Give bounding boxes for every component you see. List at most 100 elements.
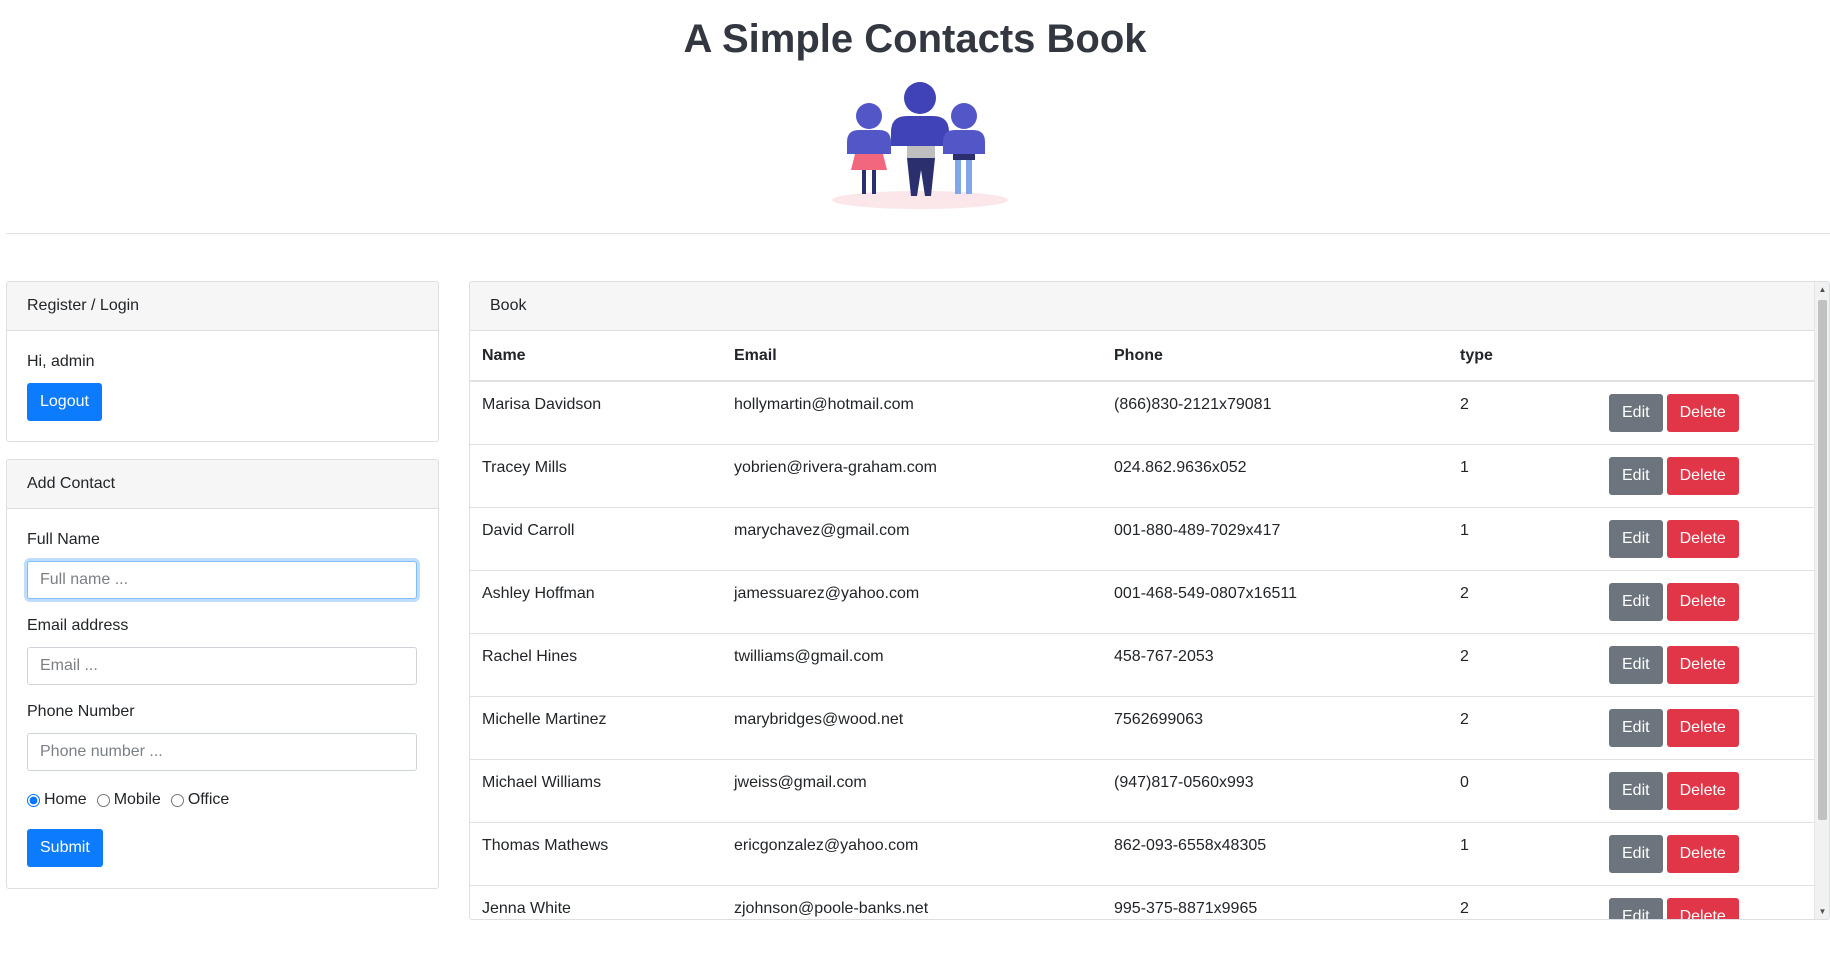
greeting-text: Hi, admin — [27, 353, 95, 370]
cell-actions: Edit Delete — [1597, 885, 1816, 919]
email-label: Email address — [27, 617, 129, 634]
cell-name: Ashley Hoffman — [470, 570, 722, 634]
page-title: A Simple Contacts Book — [683, 17, 1147, 61]
cell-name: Thomas Mathews — [470, 822, 722, 886]
cell-phone: 458-767-2053 — [1102, 633, 1448, 697]
cell-type: 2 — [1448, 696, 1597, 760]
cell-type: 1 — [1448, 444, 1597, 508]
contact-phone: 024.862.9636x052 — [1114, 458, 1247, 476]
radio-office-label: Office — [187, 791, 230, 808]
cell-email: marybridges@wood.net — [722, 696, 1102, 760]
radio-office[interactable]: Office — [170, 791, 230, 809]
cell-phone: 001-880-489-7029x417 — [1102, 507, 1448, 571]
logout-button[interactable]: Logout — [27, 383, 102, 421]
column-header-name: Name — [470, 331, 722, 382]
cell-type: 2 — [1448, 885, 1597, 919]
delete-button[interactable]: Delete — [1666, 771, 1739, 810]
delete-button[interactable]: Delete — [1666, 582, 1739, 621]
edit-button[interactable]: Edit — [1609, 834, 1663, 873]
table-row: Michelle Martinez marybridges@wood.net 756… — [470, 696, 1816, 760]
cell-type: 1 — [1448, 507, 1597, 571]
contact-phone: 7562699063 — [1114, 710, 1203, 728]
book-card-header: Book — [470, 282, 1829, 331]
cell-phone: 862-093-6558x48305 — [1102, 822, 1448, 886]
cell-email: hollymartin@hotmail.com — [722, 381, 1102, 445]
cell-name: David Carroll — [470, 507, 722, 571]
edit-button[interactable]: Edit — [1609, 708, 1663, 747]
radio-home[interactable]: Home — [27, 791, 87, 809]
cell-email: ericgonzalez@yahoo.com — [722, 822, 1102, 886]
cell-actions: Edit Delete — [1597, 822, 1816, 886]
header-divider — [6, 233, 1830, 234]
scrollbar-thumb[interactable] — [1818, 300, 1827, 820]
cell-email: jweiss@gmail.com — [722, 759, 1102, 823]
contact-name: Marisa Davidson — [482, 396, 602, 413]
scroll-down-arrow-icon[interactable]: ▼ — [1815, 904, 1829, 919]
table-row: Ashley Hoffman jamessuarez@yahoo.com 001-4… — [470, 570, 1816, 634]
full-name-input[interactable] — [27, 561, 417, 599]
radio-mobile-input[interactable] — [96, 793, 110, 807]
cell-email: marychavez@gmail.com — [722, 507, 1102, 571]
edit-button[interactable]: Edit — [1609, 519, 1663, 558]
delete-button[interactable]: Delete — [1666, 834, 1739, 873]
scroll-up-arrow-icon[interactable]: ▲ — [1815, 282, 1829, 297]
add-contact-card: Add Contact Full Name Email address Phon… — [6, 459, 439, 889]
cell-phone: (947)817-0560x993 — [1102, 759, 1448, 823]
cell-actions: Edit Delete — [1597, 570, 1816, 634]
table-row: Michael Williams jweiss@gmail.com (947)817… — [470, 759, 1816, 823]
contact-name: Jenna White — [482, 899, 571, 917]
contact-phone: 862-093-6558x48305 — [1114, 836, 1267, 854]
table-scrollbar[interactable]: ▲ ▼ — [1814, 282, 1829, 919]
book-table-scroll[interactable]: Name Email Phone type Marisa Davidson hol… — [470, 331, 1816, 919]
contact-phone: (947)817-0560x993 — [1114, 773, 1254, 791]
delete-button[interactable]: Delete — [1666, 708, 1739, 747]
contact-phone: (866)830-2121x79081 — [1114, 396, 1272, 413]
cell-email: twilliams@gmail.com — [722, 633, 1102, 697]
edit-button[interactable]: Edit — [1609, 897, 1663, 919]
contact-name: Ashley Hoffman — [482, 584, 595, 602]
cell-type: 1 — [1448, 822, 1597, 886]
cell-actions: Edit Delete — [1597, 696, 1816, 760]
contact-type: 1 — [1460, 458, 1469, 476]
delete-button[interactable]: Delete — [1666, 519, 1739, 558]
contact-email: zjohnson@poole-banks.net — [734, 899, 929, 917]
table-row: Thomas Mathews ericgonzalez@yahoo.com 862-… — [470, 822, 1816, 886]
cell-phone: 995-375-8871x9965 — [1102, 885, 1448, 919]
delete-button[interactable]: Delete — [1666, 645, 1739, 684]
cell-email: zjohnson@poole-banks.net — [722, 885, 1102, 919]
phone-input[interactable] — [27, 733, 417, 771]
contact-phone: 458-767-2053 — [1114, 647, 1214, 665]
contacts-table: Name Email Phone type Marisa Davidson hol… — [470, 331, 1816, 919]
edit-button[interactable]: Edit — [1609, 645, 1663, 684]
auth-card-header: Register / Login — [7, 282, 438, 331]
radio-mobile[interactable]: Mobile — [96, 791, 161, 809]
cell-actions: Edit Delete — [1597, 444, 1816, 508]
radio-home-input[interactable] — [27, 793, 40, 807]
delete-button[interactable]: Delete — [1666, 897, 1739, 919]
edit-button[interactable]: Edit — [1609, 456, 1663, 495]
contact-type: 1 — [1460, 521, 1469, 539]
email-input[interactable] — [27, 647, 417, 685]
edit-button[interactable]: Edit — [1609, 394, 1663, 432]
delete-button[interactable]: Delete — [1666, 394, 1739, 432]
delete-button[interactable]: Delete — [1666, 456, 1739, 495]
table-row: Marisa Davidson hollymartin@hotmail.com (8… — [470, 381, 1816, 445]
contact-name: Rachel Hines — [482, 647, 578, 665]
column-header-email: Email — [722, 331, 1102, 382]
radio-mobile-label: Mobile — [113, 791, 161, 808]
cell-phone: 024.862.9636x052 — [1102, 444, 1448, 508]
contact-type-radio-group: Home Mobile Office — [27, 791, 239, 809]
contact-type: 1 — [1460, 836, 1469, 854]
submit-button[interactable]: Submit — [27, 829, 103, 867]
cell-name: Tracey Mills — [470, 444, 722, 508]
contact-type: 2 — [1460, 584, 1469, 602]
edit-button[interactable]: Edit — [1609, 771, 1663, 810]
radio-office-input[interactable] — [170, 793, 184, 807]
edit-button[interactable]: Edit — [1609, 582, 1663, 621]
contact-name: Michael Williams — [482, 773, 602, 791]
contact-email: jamessuarez@yahoo.com — [734, 584, 920, 602]
cell-phone: (866)830-2121x79081 — [1102, 381, 1448, 445]
cell-actions: Edit Delete — [1597, 759, 1816, 823]
auth-card: Register / Login Hi, admin Logout — [6, 281, 439, 442]
table-row: Rachel Hines twilliams@gmail.com 458-767-2… — [470, 633, 1816, 697]
